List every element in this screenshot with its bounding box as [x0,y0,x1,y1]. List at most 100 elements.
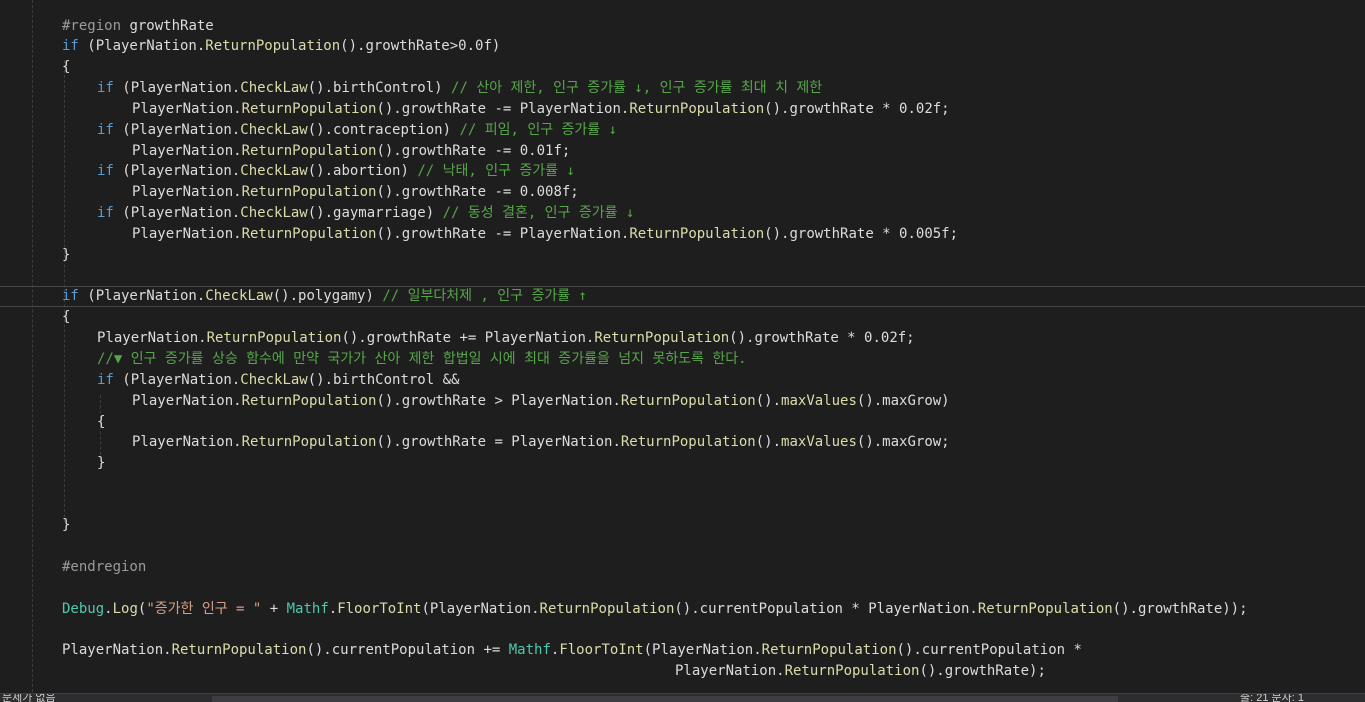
code-token: PlayerNation. [132,393,242,409]
code-line[interactable]: PlayerNation.ReturnPopulation().growthRa… [132,432,950,453]
code-line[interactable]: PlayerNation. ReturnPopulation().growthRa… [132,224,958,245]
code-token: ReturnPopulation [594,330,730,346]
code-token: ().growthRate += PlayerNation. [341,330,595,346]
code-token: PlayerNation. [132,226,242,242]
code-token: if [62,288,79,304]
code-line[interactable]: } [97,453,105,474]
code-token: if [97,205,114,221]
code-token: PlayerNation. [675,663,785,679]
code-token: ().gaymarriage) [307,205,443,221]
code-line[interactable]: if (PlayerNation.CheckLaw().birthControl… [97,370,459,391]
code-token: (PlayerNation. [78,38,206,54]
code-line[interactable]: PlayerNation.ReturnPopulation().growthRa… [132,182,579,203]
code-line[interactable]: } [62,515,70,536]
code-token: ReturnPopulation [171,642,307,658]
code-line[interactable]: PlayerNation. ReturnPopulation().growthRa… [97,328,915,349]
code-token: ReturnPopulation [761,642,897,658]
code-token: (PlayerNation. [113,80,241,96]
code-token: ReturnPopulation [977,601,1113,617]
code-token: // 동성 결혼, 인구 증가률 ↓ [442,205,635,221]
code-line[interactable]: if (PlayerNation.CheckLaw().birthControl… [97,78,822,99]
code-line[interactable]: if (PlayerNation.ReturnPopulation().grow… [62,36,500,57]
code-token: CheckLaw [240,80,308,96]
code-token: ReturnPopulation [620,393,756,409]
code-token: ().growthRate -= PlayerNation. [376,101,630,117]
code-token: // 일부다처제 , 인구 증가률 ↑ [382,288,587,304]
code-token: (PlayerNation. [643,642,762,658]
code-line[interactable]: Debug.Log("증가한 인구 = " + Mathf.FloorToInt… [62,599,1248,620]
code-token: ().growthRate -= 0.01f; [376,143,571,159]
code-token: ReturnPopulation [629,101,765,117]
code-line[interactable]: { [97,412,105,433]
code-token: ().contraception) [307,122,460,138]
code-line[interactable]: if (PlayerNation.CheckLaw().polygamy) //… [62,286,587,307]
outline-guide [32,0,33,692]
code-token: ReturnPopulation [241,434,377,450]
code-token: ().growthRate -= 0.008f; [376,184,579,200]
cursor-position: 줄: 21 문자: 1 [1240,693,1304,702]
code-token: Mathf [286,601,329,617]
code-token: Log [112,601,138,617]
code-token: growthRate [129,18,214,34]
code-line[interactable]: #endregion [62,557,146,578]
code-token: PlayerNation. [132,434,242,450]
code-line[interactable]: PlayerNation.ReturnPopulation().currentP… [62,640,1082,661]
code-token: (). [755,434,782,450]
code-token: if [97,122,114,138]
code-token: Debug [62,601,105,617]
code-token: PlayerNation. [97,330,207,346]
code-line[interactable]: PlayerNation.ReturnPopulation().growthRa… [675,661,1046,682]
code-token: ().growthRate * 0.005f; [764,226,959,242]
code-line[interactable]: if (PlayerNation.CheckLaw().contraceptio… [97,120,617,141]
code-token: ReturnPopulation [205,38,341,54]
code-token: ().growthRate>0.0f) [340,38,501,54]
code-line[interactable]: PlayerNation.ReturnPopulation().growthRa… [132,99,950,120]
code-token: ReturnPopulation [629,226,765,242]
code-token: (PlayerNation. [113,372,241,388]
code-line[interactable]: { [62,307,70,328]
code-token: } [62,247,71,263]
code-token: ().growthRate > PlayerNation. [376,393,621,409]
code-line[interactable]: if (PlayerNation.CheckLaw().gaymarriage)… [97,203,634,224]
code-token: (PlayerNation. [113,122,241,138]
code-token: (PlayerNation. [113,163,241,179]
code-token: CheckLaw [205,288,273,304]
code-line[interactable]: } [62,245,70,266]
code-line[interactable]: PlayerNation. ReturnPopulation().growthRa… [132,391,950,412]
code-token: PlayerNation. [132,184,242,200]
code-token: ().currentPopulation * [896,642,1082,658]
code-line[interactable]: PlayerNation.ReturnPopulation().growthRa… [132,141,570,162]
code-token: ReturnPopulation [620,434,756,450]
code-token: PlayerNation. [62,642,172,658]
code-token: } [62,517,71,533]
code-editor[interactable]: #region growthRate if (PlayerNation.Retur… [0,0,1365,702]
code-token: (PlayerNation. [78,288,206,304]
code-line[interactable]: #region growthRate [62,16,214,37]
code-token: maxValues [781,434,857,450]
code-token: PlayerNation. [132,143,242,159]
code-token: (PlayerNation. [113,205,241,221]
code-token: + [261,601,287,617]
horizontal-scrollbar[interactable] [212,696,1118,702]
code-line[interactable]: { [62,57,70,78]
code-token: ().growthRate)); [1112,601,1248,617]
code-line[interactable]: //▼ 인구 증가률 상승 함수에 만약 국가가 산아 제한 합법일 시에 최대… [97,349,747,370]
code-token: } [97,455,106,471]
code-token: if [62,38,79,54]
code-token: Mathf [508,642,551,658]
code-token: "증가한 인구 = " [146,601,262,617]
code-token: ReturnPopulation [241,101,377,117]
code-line[interactable]: if (PlayerNation.CheckLaw().abortion) //… [97,161,575,182]
code-token: (PlayerNation. [421,601,540,617]
code-token: // 산아 제한, 인구 증가률 ↓, 인구 증가률 최대 치 제한 [451,80,823,96]
code-token: if [97,163,114,179]
code-token: #region [62,18,130,34]
status-text: 문제가 없음 [2,693,56,702]
code-token: maxValues [781,393,857,409]
code-token: // 낙태, 인구 증가률 ↓ [417,163,575,179]
code-token: { [62,309,71,325]
code-token: ReturnPopulation [539,601,675,617]
code-token: PlayerNation. [132,101,242,117]
code-token: ().maxGrow) [856,393,950,409]
code-token: ().abortion) [307,163,418,179]
